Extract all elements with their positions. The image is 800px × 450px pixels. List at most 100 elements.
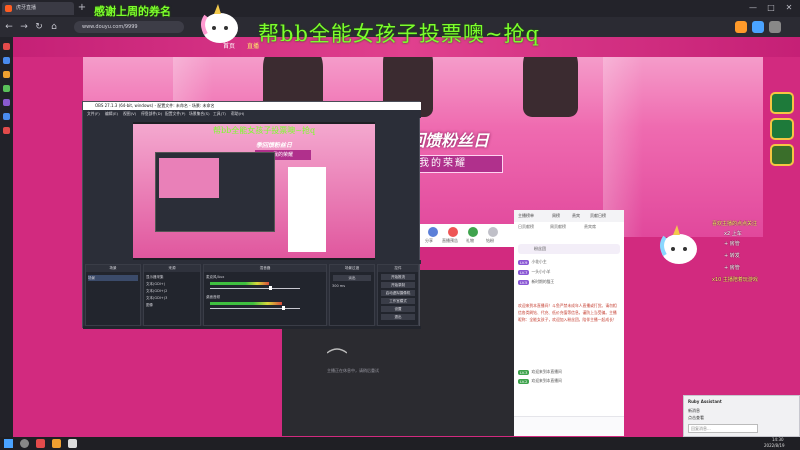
search-icon[interactable]	[20, 439, 29, 448]
overlay-caption: 帮bb全能女孩子投票噢~抢q	[258, 22, 540, 46]
system-notice: 欢迎来到本直播间！斗鱼严禁未成年人直播或打赏。请勿相信各类刷钻、代充、低价充值等…	[518, 303, 617, 322]
back-icon[interactable]: ←	[2, 20, 16, 34]
msg-text: 的点点关注	[732, 221, 758, 227]
forward-icon[interactable]: →	[17, 20, 31, 34]
app-icon[interactable]	[36, 439, 45, 448]
share-label: 分享	[425, 238, 433, 243]
share-icon[interactable]	[428, 227, 438, 237]
menu-icon[interactable]	[769, 21, 781, 33]
minimize-icon[interactable]: —	[746, 1, 760, 15]
studio-mode-button[interactable]: 工作室模式	[381, 298, 415, 304]
start-streaming-button[interactable]: 开始推流	[381, 274, 415, 280]
toast-line: 点击查看	[688, 415, 704, 420]
volume-knob[interactable]	[282, 306, 285, 310]
chat-row: LV.3 欢迎来到本直播间	[518, 368, 620, 375]
volume-knob[interactable]	[269, 286, 272, 290]
rest-tip: 主播正在休息中，请稍后重试	[327, 368, 379, 373]
scene-item[interactable]: 场景	[88, 275, 138, 281]
transition-duration[interactable]: 300 ms	[332, 283, 372, 289]
sidebar-app-icon[interactable]	[3, 127, 10, 134]
toast-reply-input[interactable]: 回复消息...	[688, 424, 758, 433]
app-icon[interactable]	[68, 439, 77, 448]
toast-notification[interactable]: Ruby Assistant 新消息 点击查看 回复消息...	[683, 395, 800, 437]
tab-week[interactable]: 周榜	[552, 213, 560, 219]
browser-sidebar	[0, 37, 13, 437]
diamond-icon[interactable]	[488, 227, 498, 237]
clock-date[interactable]: 2022/8/19	[764, 443, 785, 448]
fan-club-bar[interactable]: 粉丝团	[518, 244, 620, 254]
tab-anchor-rank[interactable]: 主播榜单	[518, 213, 534, 219]
obs-preview[interactable]: 帮bb全能女孩子投票噢~抢q 季回馈粉丝日 我的荣耀	[133, 122, 375, 260]
new-tab-button[interactable]: +	[76, 1, 88, 15]
source-item[interactable]: 图像	[146, 302, 198, 308]
transition-select[interactable]: 淡出	[333, 275, 371, 281]
virtual-camera-button[interactable]: 启动虚拟摄像机	[381, 290, 415, 296]
sources-dock: 来源 显示器采集 文本(GDI+) 文本(GDI+)2 文本(GDI+)3 图像	[143, 264, 201, 326]
rank-label[interactable]: 贵宾席	[584, 224, 596, 230]
start-icon[interactable]	[4, 439, 13, 448]
level-badge: LV.9	[518, 259, 530, 265]
chat-user[interactable]: 一头小小羊	[531, 269, 550, 274]
sidebar-app-icon[interactable]	[3, 113, 10, 120]
menu-edit[interactable]: 编辑(E)	[105, 111, 118, 117]
menu-view[interactable]: 视图(V)	[123, 111, 136, 117]
settings-button[interactable]: 设置	[381, 306, 415, 312]
rank-strip: 日贡献榜 周贡献榜 贵宾席	[514, 222, 624, 242]
extension-icon[interactable]	[735, 21, 747, 33]
menu-docks[interactable]: 停靠部件(D)	[141, 111, 162, 117]
sidebar-app-icon[interactable]	[3, 43, 10, 50]
barrage-icon[interactable]	[770, 144, 794, 166]
chat-row: LV.7 一头小小羊	[518, 268, 620, 275]
taskbar: 14:30 2022/8/19	[0, 437, 800, 450]
tab-vip[interactable]: 贵宾	[572, 213, 580, 219]
screen: 虎牙直播 + — □ ✕ ← → ↻ ⌂ www.douyu.com/9999	[0, 0, 800, 450]
gift-column	[768, 90, 796, 186]
browser-tab-1[interactable]: 虎牙直播	[2, 2, 74, 15]
address-input[interactable]: www.douyu.com/9999	[74, 21, 184, 33]
level-badge: LV.5	[518, 279, 530, 285]
treasure-icon[interactable]	[770, 118, 794, 140]
chat-input[interactable]	[514, 416, 624, 436]
mixer-dock: 混音器 麦克风/Aux 桌面音频	[203, 264, 327, 326]
app-icon[interactable]	[52, 439, 61, 448]
gift-icon[interactable]	[468, 227, 478, 237]
home-icon[interactable]: ⌂	[47, 20, 61, 34]
chat-row: LV.9 小花小主	[518, 258, 620, 265]
unicorn-mascot-icon	[660, 225, 697, 264]
sidebar-app-icon[interactable]	[3, 99, 10, 106]
dock-title: 场景	[86, 265, 140, 272]
gift-icon[interactable]	[770, 92, 794, 114]
extension-icon[interactable]	[752, 21, 764, 33]
msg-text: + 房管	[724, 241, 740, 247]
sidebar-app-icon[interactable]	[3, 71, 10, 78]
chat-user[interactable]: 新时期的猫王	[531, 279, 554, 284]
diamond-label: 钻粉	[486, 238, 494, 243]
source-item[interactable]: 文本(GDI+)	[146, 281, 198, 287]
close-icon[interactable]: ✕	[782, 1, 796, 15]
source-item[interactable]: 显示器采集	[146, 274, 198, 280]
maximize-icon[interactable]: □	[764, 1, 778, 15]
menu-file[interactable]: 文件(F)	[87, 111, 100, 117]
menu-help[interactable]: 帮助(H)	[231, 111, 244, 117]
menu-tools[interactable]: 工具(T)	[213, 111, 226, 117]
source-item[interactable]: 文本(GDI+)2	[146, 288, 198, 294]
rank-label[interactable]: 日贡献榜	[518, 224, 534, 230]
menu-profile[interactable]: 配置文件(P)	[165, 111, 185, 117]
source-item[interactable]: 文本(GDI+)3	[146, 295, 198, 301]
chat-user[interactable]: 小花小主	[531, 259, 546, 264]
sidebar-app-icon[interactable]	[3, 85, 10, 92]
player-info-bar: 分享 直播预告 礼物 钻粉	[420, 224, 514, 247]
tab-daily[interactable]: 贡献日榜	[590, 213, 606, 219]
exit-button[interactable]: 退出	[381, 314, 415, 320]
menu-scene-collection[interactable]: 场景集合(S)	[189, 111, 210, 117]
volume-slider[interactable]	[210, 288, 300, 289]
msg-text: + 转发	[724, 253, 740, 259]
schedule-icon[interactable]	[448, 227, 458, 237]
start-recording-button[interactable]: 开始录制	[381, 282, 415, 288]
volume-slider[interactable]	[210, 308, 300, 309]
rank-label[interactable]: 周贡献榜	[550, 224, 566, 230]
clock-time[interactable]: 14:30	[772, 437, 784, 442]
sidebar-app-icon[interactable]	[3, 57, 10, 64]
refresh-icon[interactable]: ↻	[32, 20, 46, 34]
mixer-channel-label: 桌面音频	[206, 295, 220, 299]
